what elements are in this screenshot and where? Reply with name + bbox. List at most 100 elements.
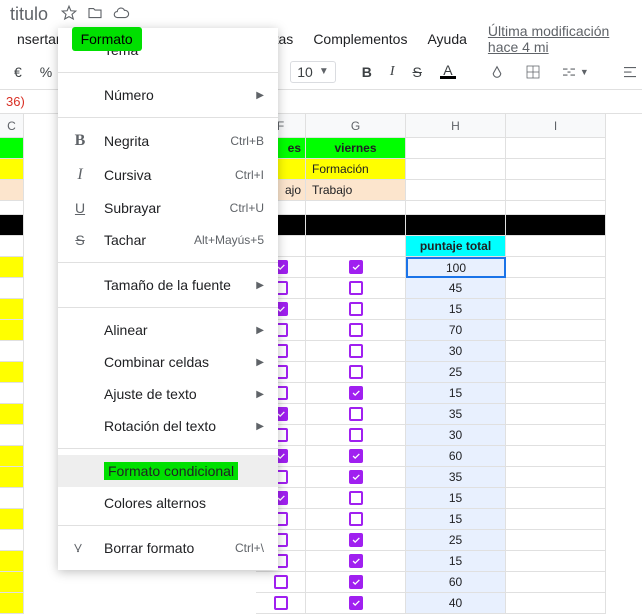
dd-numero[interactable]: Número ▶ xyxy=(58,79,278,111)
col-g[interactable]: G xyxy=(306,114,406,138)
cell-trabajo[interactable]: Trabajo xyxy=(306,180,406,201)
score-cell[interactable]: 15 xyxy=(406,509,506,530)
score-cell[interactable]: 25 xyxy=(406,530,506,551)
checkbox-cell-g[interactable] xyxy=(306,446,406,467)
checkbox-cell-a[interactable] xyxy=(0,341,24,362)
checkbox-cell-g[interactable] xyxy=(306,467,406,488)
checkbox-cell-a[interactable] xyxy=(0,572,24,593)
checkbox-cell-f[interactable] xyxy=(256,593,306,614)
dd-rotacion[interactable]: Rotación del texto ▶ xyxy=(58,410,278,442)
score-cell[interactable]: 45 xyxy=(406,278,506,299)
dd-alternos-label: Colores alternos xyxy=(104,495,264,511)
font-size-value: 10 xyxy=(297,64,313,80)
move-icon[interactable] xyxy=(86,4,104,25)
dd-borrar[interactable]: Borrar formato Ctrl+\ xyxy=(58,532,278,564)
font-size[interactable]: 10 ▼ xyxy=(290,61,335,83)
borders-button[interactable] xyxy=(518,59,548,85)
dd-alinear[interactable]: Alinear ▶ xyxy=(58,314,278,346)
checkbox-cell-a[interactable] xyxy=(0,362,24,383)
cloud-icon[interactable] xyxy=(112,4,130,25)
score-cell[interactable]: 70 xyxy=(406,320,506,341)
col-i[interactable]: I xyxy=(506,114,606,138)
dd-cursiva[interactable]: I Cursiva Ctrl+I xyxy=(58,158,278,192)
checkbox-cell-g[interactable] xyxy=(306,551,406,572)
halign-button[interactable]: ▼ xyxy=(615,59,642,85)
dd-negrita-sc: Ctrl+B xyxy=(230,134,264,148)
merge-button[interactable]: ▼ xyxy=(554,59,595,85)
score-cell[interactable]: 35 xyxy=(406,467,506,488)
dd-alinear-label: Alinear xyxy=(104,322,242,338)
dd-negrita[interactable]: B Negrita Ctrl+B xyxy=(58,124,278,158)
last-modified[interactable]: Última modificación hace 4 mi xyxy=(488,23,634,55)
score-cell[interactable]: 15 xyxy=(406,551,506,572)
checkbox-cell-g[interactable] xyxy=(306,488,406,509)
checkbox-cell-g[interactable] xyxy=(306,341,406,362)
checkbox-cell-g[interactable] xyxy=(306,509,406,530)
checkbox-cell-a[interactable] xyxy=(0,593,24,614)
score-cell[interactable]: 15 xyxy=(406,488,506,509)
score-cell[interactable]: 30 xyxy=(406,425,506,446)
checkbox-cell-a[interactable] xyxy=(0,383,24,404)
checkbox-cell-a[interactable] xyxy=(0,404,24,425)
menu-ayuda[interactable]: Ayuda xyxy=(418,27,475,51)
menu-complementos[interactable]: Complementos xyxy=(304,27,416,51)
checkbox-cell-g[interactable] xyxy=(306,425,406,446)
checkbox-cell-a[interactable] xyxy=(0,467,24,488)
checkbox-cell-g[interactable] xyxy=(306,530,406,551)
text-color-button[interactable]: A xyxy=(434,60,462,83)
checkbox-cell-a[interactable] xyxy=(0,551,24,572)
checkbox-cell-g[interactable] xyxy=(306,383,406,404)
score-header[interactable]: puntaje total xyxy=(406,236,506,257)
chevron-right-icon: ▶ xyxy=(256,421,264,432)
checkbox-cell-a[interactable] xyxy=(0,530,24,551)
checkbox-cell-g[interactable] xyxy=(306,278,406,299)
dd-combinar[interactable]: Combinar celdas ▶ xyxy=(58,346,278,378)
dd-tam-fuente[interactable]: Tamaño de la fuente ▶ xyxy=(58,269,278,301)
score-cell[interactable]: 15 xyxy=(406,299,506,320)
checkbox-cell-a[interactable] xyxy=(0,299,24,320)
cell-formacion[interactable]: Formación xyxy=(306,159,406,180)
dd-alternos[interactable]: Colores alternos xyxy=(58,487,278,519)
checkbox-cell-a[interactable] xyxy=(0,320,24,341)
dd-condicional[interactable]: Formato condicional xyxy=(58,455,278,487)
doc-title[interactable]: titulo xyxy=(10,4,48,25)
italic-button[interactable]: I xyxy=(384,60,401,84)
dd-subrayar[interactable]: U Subrayar Ctrl+U xyxy=(58,192,278,224)
checkbox-cell-a[interactable] xyxy=(0,488,24,509)
col-h[interactable]: H xyxy=(406,114,506,138)
checkbox-cell-g[interactable] xyxy=(306,320,406,341)
score-cell[interactable]: 15 xyxy=(406,383,506,404)
score-cell[interactable]: 35 xyxy=(406,404,506,425)
checkbox-cell-g[interactable] xyxy=(306,404,406,425)
score-cell[interactable]: 100 xyxy=(406,257,506,278)
table-row[interactable]: 40 xyxy=(0,593,642,614)
menu-formato[interactable]: Formato xyxy=(72,27,142,51)
star-icon[interactable] xyxy=(60,4,78,25)
checkbox-cell-g[interactable] xyxy=(306,299,406,320)
checkbox-cell-a[interactable] xyxy=(0,257,24,278)
checkbox-cell-f[interactable] xyxy=(256,572,306,593)
table-row[interactable]: 60 xyxy=(0,572,642,593)
fill-color-button[interactable] xyxy=(482,59,512,85)
currency-button[interactable]: € xyxy=(8,60,28,84)
checkbox-cell-g[interactable] xyxy=(306,362,406,383)
score-cell[interactable]: 30 xyxy=(406,341,506,362)
col-c[interactable]: C xyxy=(0,114,24,138)
checkbox-cell-g[interactable] xyxy=(306,257,406,278)
checkbox-cell-g[interactable] xyxy=(306,593,406,614)
dd-tachar[interactable]: S Tachar Alt+Mayús+5 xyxy=(58,224,278,256)
checkbox-cell-a[interactable] xyxy=(0,425,24,446)
cell-viernes[interactable]: viernes xyxy=(306,138,406,159)
checkbox-cell-g[interactable] xyxy=(306,572,406,593)
score-cell[interactable]: 60 xyxy=(406,572,506,593)
dd-ajuste[interactable]: Ajuste de texto ▶ xyxy=(58,378,278,410)
percent-button[interactable]: % xyxy=(34,60,58,84)
strike-button[interactable]: S xyxy=(407,60,428,84)
checkbox-cell-a[interactable] xyxy=(0,446,24,467)
checkbox-cell-a[interactable] xyxy=(0,509,24,530)
score-cell[interactable]: 40 xyxy=(406,593,506,614)
score-cell[interactable]: 60 xyxy=(406,446,506,467)
bold-button[interactable]: B xyxy=(356,60,378,84)
checkbox-cell-a[interactable] xyxy=(0,278,24,299)
score-cell[interactable]: 25 xyxy=(406,362,506,383)
